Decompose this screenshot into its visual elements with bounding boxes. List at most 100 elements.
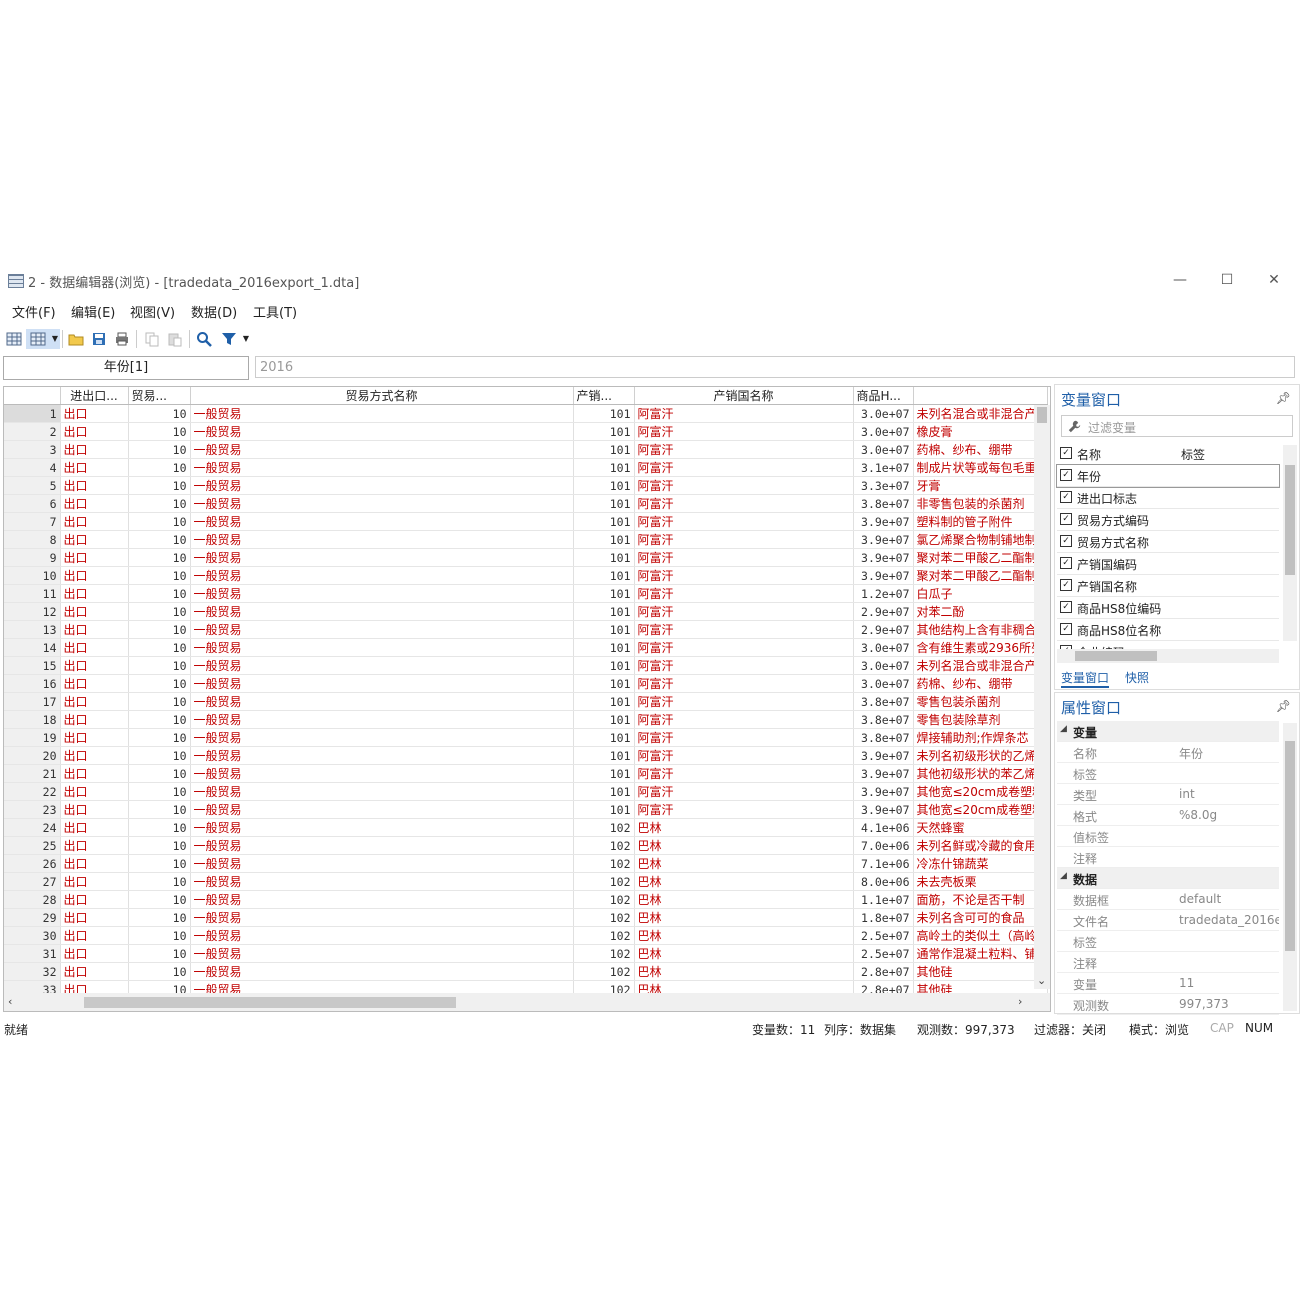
cell-trade-flag[interactable]: 出口 — [60, 476, 129, 495]
cell-country-name[interactable]: 巴林 — [634, 944, 854, 963]
variable-checkbox[interactable]: ✓ — [1060, 535, 1072, 547]
cell-trade-code[interactable]: 10 — [128, 638, 191, 657]
cell-trade-flag[interactable]: 出口 — [60, 854, 129, 873]
property-row[interactable]: 标签 — [1057, 931, 1279, 952]
variable-checkbox[interactable]: ✓ — [1060, 623, 1072, 635]
cell-country-code[interactable]: 101 — [573, 584, 635, 603]
cell-country-name[interactable]: 阿富汗 — [634, 548, 854, 567]
row-number[interactable]: 27 — [4, 872, 61, 891]
cell-trade-flag[interactable]: 出口 — [60, 764, 129, 783]
data-grid[interactable]: 进出口... 贸易... 贸易方式名称 产销... 产销国名称 商品H... 1… — [3, 386, 1051, 1012]
cell-country-name[interactable]: 阿富汗 — [634, 440, 854, 459]
cell-country-code[interactable]: 101 — [573, 404, 635, 423]
menu-tools[interactable]: 工具(T) — [253, 302, 297, 321]
tab-variables[interactable]: 变量窗口 — [1061, 669, 1110, 688]
cell-hs-code[interactable]: 2.5e+07 — [853, 944, 914, 963]
property-row[interactable]: 标签 — [1057, 763, 1279, 784]
cell-trade-name[interactable]: 一般贸易 — [190, 530, 574, 549]
cell-hs-code[interactable]: 2.8e+07 — [853, 962, 914, 981]
cell-trade-name[interactable]: 一般贸易 — [190, 422, 574, 441]
cell-trade-flag[interactable]: 出口 — [60, 656, 129, 675]
variable-checkbox[interactable]: ✓ — [1060, 557, 1072, 569]
cell-trade-code[interactable]: 10 — [128, 800, 191, 819]
cell-country-code[interactable]: 102 — [573, 854, 635, 873]
cell-trade-code[interactable]: 10 — [128, 926, 191, 945]
table-row[interactable]: 12 出口 10 一般贸易 101 阿富汗 2.9e+07 对苯二酚 — [4, 602, 1049, 621]
cell-hs-code[interactable]: 3.9e+07 — [853, 548, 914, 567]
cell-trade-code[interactable]: 10 — [128, 674, 191, 693]
cell-hs-name[interactable]: 零售包装除草剂 — [913, 710, 1049, 729]
row-number[interactable]: 17 — [4, 692, 61, 711]
cell-trade-code[interactable]: 10 — [128, 782, 191, 801]
cell-trade-name[interactable]: 一般贸易 — [190, 548, 574, 567]
cell-country-name[interactable]: 阿富汗 — [634, 584, 854, 603]
filter-icon[interactable]: ▼ — [217, 329, 251, 349]
row-number[interactable]: 7 — [4, 512, 61, 531]
select-all-checkbox[interactable]: ✓ — [1060, 447, 1072, 459]
grid-vertical-scroll-thumb[interactable] — [1037, 407, 1047, 423]
search-icon[interactable] — [194, 329, 214, 349]
cell-trade-code[interactable]: 10 — [128, 854, 191, 873]
cell-country-code[interactable]: 101 — [573, 458, 635, 477]
cell-trade-code[interactable]: 10 — [128, 476, 191, 495]
cell-country-name[interactable]: 阿富汗 — [634, 512, 854, 531]
cell-country-code[interactable]: 101 — [573, 602, 635, 621]
property-scrollbar[interactable] — [1283, 723, 1297, 1011]
pin-icon[interactable]: 📌︎ — [1276, 391, 1291, 405]
print-icon[interactable] — [112, 329, 132, 349]
cell-country-name[interactable]: 阿富汗 — [634, 602, 854, 621]
cell-country-name[interactable]: 阿富汗 — [634, 422, 854, 441]
cell-trade-code[interactable]: 10 — [128, 746, 191, 765]
row-number[interactable]: 3 — [4, 440, 61, 459]
cell-hs-name[interactable]: 白瓜子 — [913, 584, 1049, 603]
cell-hs-name[interactable]: 对苯二酚 — [913, 602, 1049, 621]
cell-hs-name[interactable]: 氯乙烯聚合物制铺地制 — [913, 530, 1049, 549]
paste-icon[interactable] — [165, 329, 185, 349]
save-icon[interactable] — [89, 329, 109, 349]
cell-trade-code[interactable]: 10 — [128, 692, 191, 711]
table-row[interactable]: 3 出口 10 一般贸易 101 阿富汗 3.0e+07 药棉、纱布、绷带 — [4, 440, 1049, 459]
cell-trade-name[interactable]: 一般贸易 — [190, 566, 574, 585]
cell-trade-flag[interactable]: 出口 — [60, 530, 129, 549]
cell-hs-code[interactable]: 3.8e+07 — [853, 692, 914, 711]
cell-trade-code[interactable]: 10 — [128, 620, 191, 639]
row-number[interactable]: 30 — [4, 926, 61, 945]
table-row[interactable]: 10 出口 10 一般贸易 101 阿富汗 3.9e+07 聚对苯二甲酸乙二酯制 — [4, 566, 1049, 585]
cell-trade-name[interactable]: 一般贸易 — [190, 764, 574, 783]
table-row[interactable]: 32 出口 10 一般贸易 102 巴林 2.8e+07 其他硅 — [4, 962, 1049, 981]
row-number[interactable]: 1 — [4, 404, 61, 423]
cell-trade-flag[interactable]: 出口 — [60, 602, 129, 621]
cell-country-code[interactable]: 102 — [573, 872, 635, 891]
scroll-left-icon[interactable]: ‹ — [8, 995, 12, 1008]
cell-hs-code[interactable]: 7.1e+06 — [853, 854, 914, 873]
cell-country-name[interactable]: 巴林 — [634, 836, 854, 855]
row-number[interactable]: 8 — [4, 530, 61, 549]
cell-trade-name[interactable]: 一般贸易 — [190, 782, 574, 801]
cell-trade-name[interactable]: 一般贸易 — [190, 908, 574, 927]
table-row[interactable]: 21 出口 10 一般贸易 101 阿富汗 3.9e+07 其他初级形状的苯乙烯 — [4, 764, 1049, 783]
cell-country-name[interactable]: 阿富汗 — [634, 692, 854, 711]
cell-trade-flag[interactable]: 出口 — [60, 512, 129, 531]
property-row[interactable]: 数据框 default — [1057, 889, 1279, 910]
property-row[interactable]: 类型 int — [1057, 784, 1279, 805]
cell-hs-code[interactable]: 3.9e+07 — [853, 566, 914, 585]
cell-country-name[interactable]: 阿富汗 — [634, 566, 854, 585]
property-row[interactable]: 变量 11 — [1057, 973, 1279, 994]
cell-trade-name[interactable]: 一般贸易 — [190, 872, 574, 891]
cell-trade-code[interactable]: 10 — [128, 494, 191, 513]
cell-trade-flag[interactable]: 出口 — [60, 836, 129, 855]
cell-trade-flag[interactable]: 出口 — [60, 692, 129, 711]
cell-value-field[interactable]: 2016 — [255, 356, 1295, 378]
cell-country-name[interactable]: 巴林 — [634, 890, 854, 909]
cell-trade-flag[interactable]: 出口 — [60, 926, 129, 945]
cell-country-name[interactable]: 巴林 — [634, 926, 854, 945]
variable-checkbox[interactable]: ✓ — [1060, 469, 1072, 481]
cell-hs-name[interactable]: 高岭土的类似土（高岭 — [913, 926, 1049, 945]
cell-trade-name[interactable]: 一般贸易 — [190, 890, 574, 909]
collapse-icon[interactable]: ◢ — [1060, 724, 1067, 734]
cell-hs-name[interactable]: 焊接辅助剂;作焊条芯 — [913, 728, 1049, 747]
table-row[interactable]: 29 出口 10 一般贸易 102 巴林 1.8e+07 未列名含可可的食品 — [4, 908, 1049, 927]
cell-trade-name[interactable]: 一般贸易 — [190, 962, 574, 981]
column-header[interactable]: 产销... — [573, 387, 635, 405]
cell-trade-name[interactable]: 一般贸易 — [190, 494, 574, 513]
